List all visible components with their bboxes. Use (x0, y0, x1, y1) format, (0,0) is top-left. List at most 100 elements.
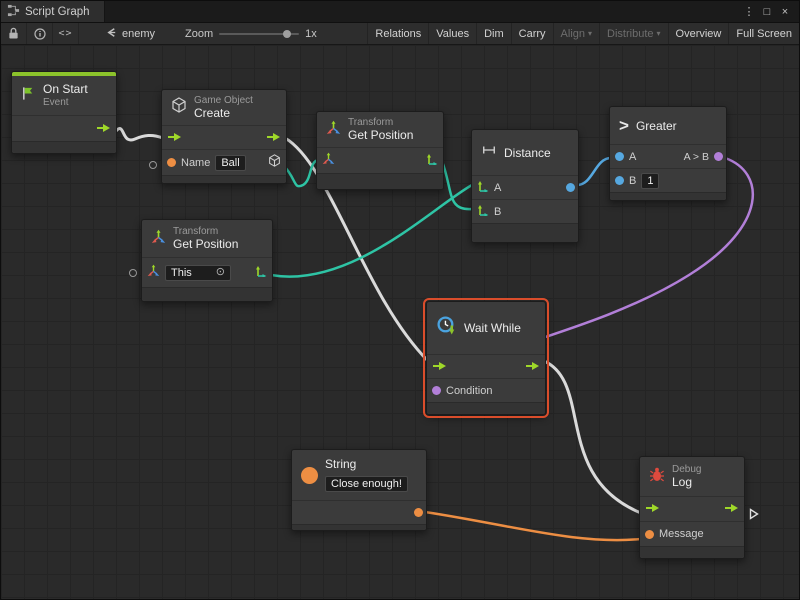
condition-input-port[interactable] (432, 386, 441, 395)
control-input-port[interactable] (167, 129, 182, 147)
info-button[interactable] (27, 23, 53, 44)
align-button[interactable]: Align▾ (553, 23, 599, 44)
lock-button[interactable] (1, 23, 27, 44)
node-category: Transform (348, 117, 413, 129)
message-port-label: Message (659, 528, 704, 540)
wire-getposition-to-distance-a[interactable] (271, 185, 472, 277)
fullscreen-button[interactable]: Full Screen (728, 23, 799, 44)
wire-distance-to-greater[interactable] (577, 158, 611, 185)
target-field[interactable]: This ⊙ (165, 265, 231, 281)
titlebar: Script Graph ⋮ □ × (1, 1, 799, 23)
toolbar-buttons: Relations Values Dim Carry Align▾ Distri… (367, 23, 799, 44)
b-value-field[interactable]: 1 (641, 173, 659, 189)
chevron-down-icon: ▾ (657, 29, 661, 38)
graph-context[interactable]: enemy (79, 26, 165, 42)
distribute-button[interactable]: Distribute▾ (599, 23, 667, 44)
node-header: Wait While (427, 302, 545, 354)
code-view-button[interactable]: <> (53, 23, 79, 44)
control-input-port[interactable] (645, 500, 660, 518)
info-icon (34, 28, 46, 40)
zoom-label: Zoom (185, 28, 213, 40)
node-header: Distance (472, 130, 578, 175)
a-port-label: A (494, 182, 501, 194)
b-port-label: B (629, 175, 636, 187)
zoom-slider-handle[interactable] (283, 30, 291, 38)
node-header: On Start Event (12, 76, 116, 115)
wire-waitwhile-to-log[interactable] (544, 361, 641, 513)
wire-onstart-to-create[interactable] (116, 129, 163, 140)
string-output-port[interactable] (414, 508, 423, 517)
node-game-object-create[interactable]: Game Object Create Name Ball (161, 89, 287, 184)
node-distance[interactable]: Distance A B (471, 129, 579, 243)
control-input-port[interactable] (432, 358, 447, 376)
node-title: Distance (504, 146, 551, 160)
maximize-icon[interactable]: □ (758, 2, 776, 22)
node-footer (472, 223, 578, 242)
graph-context-label: enemy (122, 28, 155, 40)
window-menu-icon[interactable]: ⋮ (740, 2, 758, 22)
window-tab[interactable]: Script Graph (1, 1, 105, 22)
transform-input-port[interactable] (147, 264, 160, 282)
greater-icon: > (619, 117, 629, 134)
unconnected-port-ring[interactable] (149, 161, 157, 169)
b-port-label: B (494, 206, 501, 218)
node-string-literal[interactable]: String Close enough! (291, 449, 427, 531)
b-input-port[interactable] (615, 176, 624, 185)
vector-a-input-port[interactable] (477, 179, 489, 197)
node-footer (142, 287, 272, 301)
transform-icon (326, 120, 341, 140)
node-on-start-event[interactable]: On Start Event (11, 71, 117, 154)
control-output-port[interactable] (525, 358, 540, 376)
node-header: Game Object Create (162, 90, 286, 125)
flag-icon (21, 86, 36, 106)
wire-create-to-getposition[interactable] (283, 160, 318, 186)
node-title: Get Position (173, 238, 238, 252)
wire-string-to-message[interactable] (425, 512, 641, 540)
node-wait-while[interactable]: Wait While Condition (426, 301, 546, 415)
vector-b-input-port[interactable] (477, 203, 489, 221)
node-debug-log[interactable]: Debug Log Message (639, 456, 745, 559)
flow-continue-arrow (749, 507, 759, 525)
wire-getposition-to-distance-b[interactable] (442, 161, 472, 209)
a-input-port[interactable] (615, 152, 624, 161)
game-object-output-port[interactable] (268, 154, 281, 172)
target-picker-icon[interactable]: ⊙ (216, 267, 225, 278)
graph-context-icon (105, 26, 118, 42)
zoom-slider[interactable] (219, 28, 299, 40)
node-category: Debug (672, 464, 701, 476)
transform-input-port[interactable] (322, 152, 335, 170)
control-output-port[interactable] (266, 129, 281, 147)
dim-button[interactable]: Dim (476, 23, 511, 44)
condition-port-label: Condition (446, 385, 492, 397)
bug-icon (649, 466, 665, 488)
relations-button[interactable]: Relations (367, 23, 428, 44)
carry-button[interactable]: Carry (511, 23, 553, 44)
vector-output-port[interactable] (255, 264, 267, 282)
unconnected-port-ring[interactable] (129, 269, 137, 277)
message-input-port[interactable] (645, 530, 654, 539)
distance-output-port[interactable] (566, 183, 575, 192)
node-header: Transform Get Position (142, 220, 272, 257)
node-category: Transform (173, 226, 238, 238)
node-title: Create (194, 107, 253, 121)
string-value-field[interactable]: Close enough! (325, 476, 408, 493)
node-subtitle: Event (43, 97, 88, 109)
name-field[interactable]: Ball (215, 155, 245, 171)
boolean-output-port[interactable] (714, 152, 723, 161)
game-object-icon (171, 97, 187, 118)
control-output-port[interactable] (96, 120, 111, 138)
wait-while-icon (436, 315, 457, 341)
name-port-label: Name (181, 157, 210, 169)
vector-output-port[interactable] (426, 152, 438, 170)
node-greater[interactable]: > Greater A A > B B 1 (609, 106, 727, 201)
name-input-port[interactable] (167, 158, 176, 167)
lock-icon (8, 27, 19, 40)
node-get-position-bottom[interactable]: Transform Get Position This ⊙ (141, 219, 273, 302)
values-button[interactable]: Values (428, 23, 476, 44)
graph-canvas[interactable]: On Start Event Game Object Create (1, 45, 800, 600)
node-get-position-top[interactable]: Transform Get Position (316, 111, 444, 190)
transform-icon (151, 229, 166, 249)
overview-button[interactable]: Overview (668, 23, 729, 44)
close-icon[interactable]: × (776, 2, 794, 22)
control-output-port[interactable] (724, 500, 739, 518)
